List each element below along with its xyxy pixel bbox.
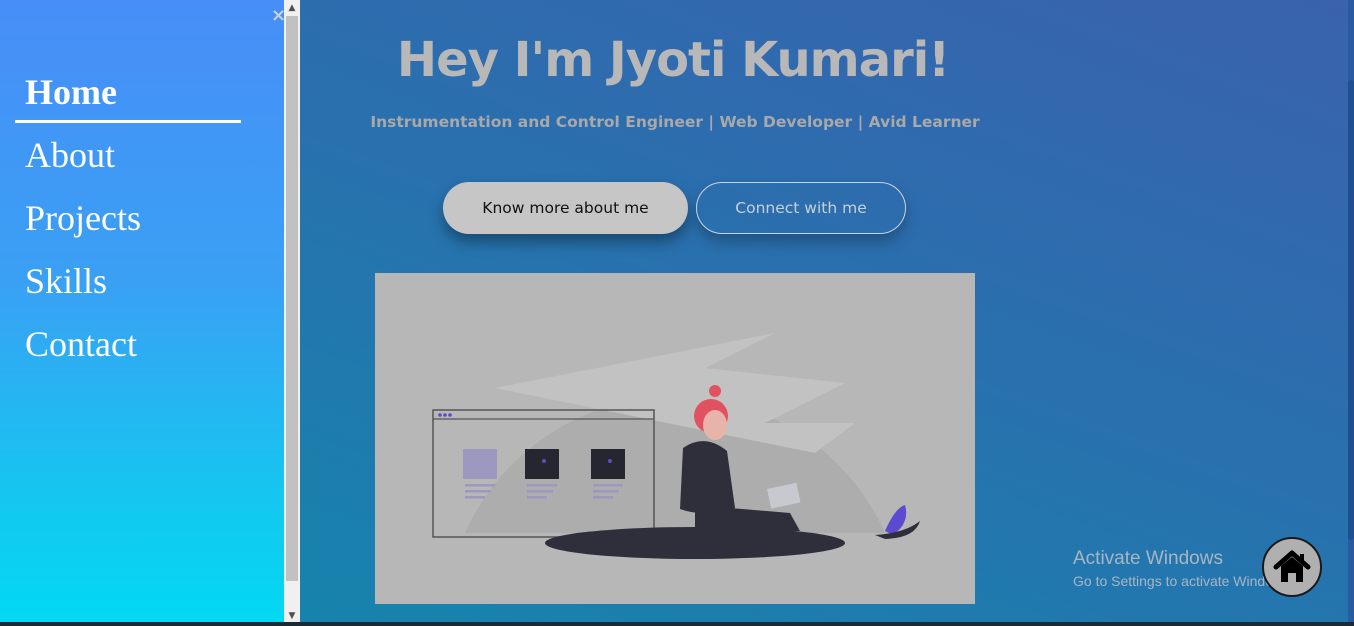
sidebar-item-home[interactable]: Home [25, 71, 117, 113]
home-icon [1273, 550, 1311, 582]
card-dot [608, 459, 612, 463]
content-card-2 [525, 449, 559, 479]
window-dot [438, 413, 442, 417]
sidebar-item-projects[interactable]: Projects [25, 197, 141, 239]
home-button[interactable] [1262, 537, 1322, 597]
content-card-3 [591, 449, 625, 479]
bottom-edge [0, 622, 1354, 626]
floor-shadow [545, 527, 845, 559]
illustration-svg [432, 333, 920, 559]
sidebar-item-skills[interactable]: Skills [25, 260, 107, 302]
sidebar-scrollbar-thumb[interactable] [286, 16, 298, 581]
scroll-up-icon[interactable]: ▲ [284, 0, 300, 16]
person-face [703, 410, 727, 440]
page-subtitle: Instrumentation and Control Engineer | W… [370, 113, 980, 131]
sidebar: × Home About Projects Skills Contact [0, 0, 286, 626]
content-card-1 [463, 449, 497, 479]
window-dot [443, 413, 447, 417]
active-underline [15, 120, 241, 123]
hero-illustration [375, 273, 975, 604]
card-dot [542, 459, 546, 463]
main-scrollbar-thumb[interactable] [1348, 80, 1354, 540]
close-icon[interactable]: × [271, 6, 286, 26]
know-more-button[interactable]: Know more about me [443, 182, 688, 234]
sidebar-item-about[interactable]: About [25, 134, 115, 176]
watermark-subtitle: Go to Settings to activate Windows. [1073, 573, 1294, 589]
window-dot [448, 413, 452, 417]
watermark-title: Activate Windows [1073, 548, 1223, 569]
page-title: Hey I'm Jyoti Kumari! [396, 32, 950, 88]
hair-bun [709, 385, 721, 397]
windows-activation-watermark: Activate Windows Go to Settings to activ… [1073, 547, 1294, 591]
person-body [680, 441, 735, 514]
sidebar-item-contact[interactable]: Contact [25, 323, 137, 365]
connect-button[interactable]: Connect with me [696, 182, 906, 234]
